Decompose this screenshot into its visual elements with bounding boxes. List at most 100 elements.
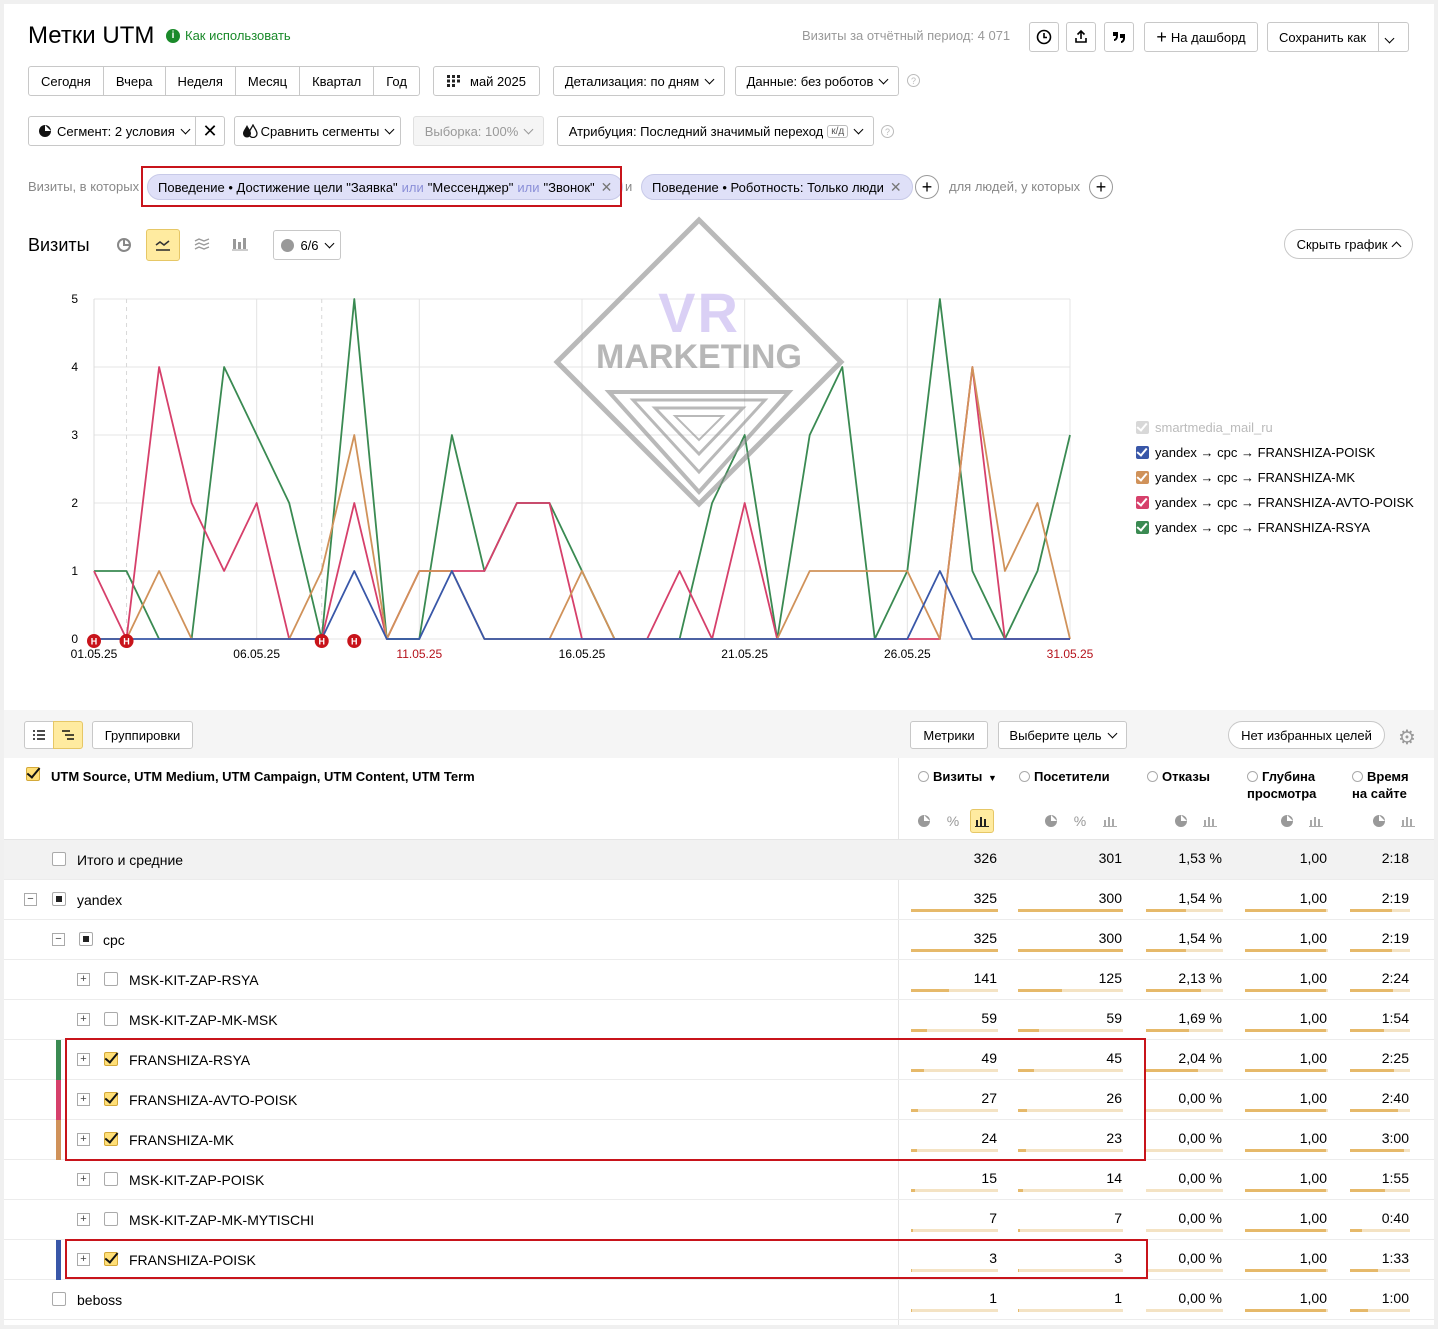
percent-view-icon[interactable]: %: [941, 809, 965, 833]
pie-view-icon[interactable]: [1169, 809, 1193, 833]
export-button[interactable]: [1066, 22, 1096, 52]
period-week[interactable]: Неделя: [166, 67, 236, 95]
cell-d: 1,00: [1299, 890, 1327, 906]
x-tick-label: 31.05.25: [1047, 647, 1094, 661]
cell-bar: [1146, 1029, 1223, 1032]
legend-item-smartmedia[interactable]: smartmedia_mail_ru: [1136, 420, 1273, 435]
table-row[interactable]: beboss 1 1 0,00 % 1,00 1:00: [4, 1280, 1434, 1320]
help-icon[interactable]: ?: [907, 74, 920, 87]
attribution-dropdown[interactable]: Атрибуция: Последний значимый переход к/…: [557, 116, 874, 146]
col-visitors-header[interactable]: Посетители: [1019, 768, 1110, 785]
history-button[interactable]: [1029, 22, 1059, 52]
choose-goal-dropdown[interactable]: Выберите цель: [998, 721, 1127, 749]
to-dashboard-button[interactable]: + На дашборд: [1144, 22, 1258, 52]
bar-view-icon[interactable]: [1396, 809, 1420, 833]
compare-segments-dropdown[interactable]: Сравнить сегменты: [234, 116, 401, 146]
groupings-button[interactable]: Группировки: [92, 721, 193, 749]
help-icon[interactable]: ?: [881, 125, 894, 138]
row-checkbox[interactable]: [52, 892, 66, 906]
hide-chart-button[interactable]: Скрыть график: [1284, 229, 1413, 259]
expand-toggle[interactable]: +: [77, 1173, 90, 1186]
remove-condition-icon[interactable]: ✕: [890, 179, 902, 196]
col-visits-header[interactable]: Визиты ▼: [918, 768, 997, 787]
bar-view-icon[interactable]: [1198, 809, 1222, 833]
legend-item-franshiza-rsya[interactable]: yandex → cpc → FRANSHIZA-RSYA: [1136, 520, 1370, 535]
pie-view-icon[interactable]: [1367, 809, 1391, 833]
pie-view-icon[interactable]: [1275, 809, 1299, 833]
collapse-toggle[interactable]: −: [24, 893, 37, 906]
quote-icon: [1113, 32, 1125, 43]
segment-dropdown[interactable]: Сегмент: 2 условия: [28, 116, 196, 146]
stacked-chart-type-icon[interactable]: [191, 233, 213, 255]
robot-condition-pill[interactable]: Поведение • Роботность: Только люди ✕: [641, 174, 913, 200]
table-row[interactable]: + MSK-KIT-ZAP-POISK 15 14 0,00 % 1,00 1:55: [4, 1160, 1434, 1200]
watermark-marketing: MARKETING: [596, 338, 802, 376]
cell-b: 0,00 %: [1178, 1210, 1222, 1226]
table-row[interactable]: − cpc 325 300 1,54 % 1,00 2:19: [4, 920, 1434, 960]
period-today[interactable]: Сегодня: [29, 67, 104, 95]
x-tick-label: 06.05.25: [233, 647, 280, 661]
row-checkbox[interactable]: [104, 1212, 118, 1226]
row-checkbox[interactable]: [104, 1172, 118, 1186]
percent-view-icon[interactable]: %: [1068, 809, 1092, 833]
cell-p: 7: [1114, 1210, 1122, 1226]
table-row[interactable]: − yandex 325 300 1,54 % 1,00 2:19: [4, 880, 1434, 920]
table-row[interactable]: + MSK-KIT-ZAP-MK-MYTISCHI 7 7 0,00 % 1,00 0:40: [4, 1200, 1434, 1240]
col-depth-header[interactable]: Глубина просмотра: [1247, 768, 1337, 802]
tree-view-button[interactable]: [53, 721, 83, 749]
gear-icon[interactable]: ⚙: [1398, 725, 1416, 750]
bar-view-icon[interactable]: [970, 809, 994, 833]
cell-d: 1,00: [1299, 1050, 1327, 1066]
bar-view-icon[interactable]: [1304, 809, 1328, 833]
cell-b: 1,69 %: [1178, 1010, 1222, 1026]
expand-toggle[interactable]: +: [77, 1213, 90, 1226]
line-chart-type-icon[interactable]: [146, 229, 180, 261]
legend-item-franshiza-mk[interactable]: yandex → cpc → FRANSHIZA-MK: [1136, 470, 1355, 485]
metrics-button[interactable]: Метрики: [910, 721, 988, 749]
detail-dropdown[interactable]: Детализация: по дням: [553, 66, 725, 96]
expand-toggle[interactable]: +: [77, 973, 90, 986]
chevron-down-icon: [324, 238, 334, 248]
add-visit-condition-button[interactable]: +: [915, 175, 939, 199]
how-to-use-link[interactable]: i Как использовать: [166, 28, 291, 43]
sort-desc-icon: ▼: [987, 773, 997, 783]
period-month[interactable]: Месяц: [236, 67, 301, 95]
period-yesterday[interactable]: Вчера: [104, 67, 166, 95]
feedback-button[interactable]: [1104, 22, 1134, 52]
cell-p: 125: [1098, 970, 1122, 986]
add-people-condition-button[interactable]: +: [1089, 175, 1113, 199]
legend-item-franshiza-poisk[interactable]: yandex → cpc → FRANSHIZA-POISK: [1136, 445, 1375, 460]
series-count-dropdown[interactable]: 6/6: [273, 230, 341, 260]
expand-toggle[interactable]: +: [77, 1013, 90, 1026]
data-filter-dropdown[interactable]: Данные: без роботов: [735, 66, 899, 96]
bar-chart-type-icon[interactable]: [229, 233, 251, 255]
clear-segment-button[interactable]: ✕: [195, 116, 225, 146]
col-time-header[interactable]: Время на сайте: [1352, 768, 1422, 802]
cell-bar: [1146, 1229, 1223, 1232]
sample-dropdown[interactable]: Выборка: 100%: [413, 116, 544, 146]
period-quarter[interactable]: Квартал: [300, 67, 375, 95]
date-picker-button[interactable]: май 2025: [433, 66, 540, 96]
favorite-goals-button[interactable]: Нет избранных целей: [1228, 721, 1385, 749]
row-checkbox[interactable]: [52, 1292, 66, 1306]
totals-row[interactable]: Итого и средние 326 301 1,53 % 1,00 2:18: [4, 840, 1434, 880]
bar-view-icon[interactable]: [1098, 809, 1122, 833]
pie-chart-type-icon[interactable]: [113, 233, 135, 257]
row-checkbox[interactable]: [79, 932, 93, 946]
row-checkbox[interactable]: [52, 852, 66, 866]
col-bounce-header[interactable]: Отказы: [1147, 768, 1210, 785]
flat-view-button[interactable]: [24, 721, 54, 749]
dimension-checkbox[interactable]: [26, 767, 40, 781]
table-row[interactable]: + MSK-KIT-ZAP-RSYA 141 125 2,13 % 1,00 2:24: [4, 960, 1434, 1000]
table-row[interactable]: + MSK-KIT-ZAP-MK-MSK 59 59 1,69 % 1,00 1:54: [4, 1000, 1434, 1040]
collapse-toggle[interactable]: −: [52, 933, 65, 946]
pie-view-icon[interactable]: [912, 809, 936, 833]
row-checkbox[interactable]: [104, 1012, 118, 1026]
row-checkbox[interactable]: [104, 972, 118, 986]
period-year[interactable]: Год: [374, 67, 419, 95]
pie-view-icon[interactable]: [1039, 809, 1063, 833]
save-as-button[interactable]: Сохранить как: [1267, 22, 1409, 52]
legend-item-franshiza-avto-poisk[interactable]: yandex → cpc → FRANSHIZA-AVTO-POISK: [1136, 495, 1414, 510]
cell-v: 326: [973, 850, 997, 866]
cell-v: 325: [973, 890, 997, 906]
